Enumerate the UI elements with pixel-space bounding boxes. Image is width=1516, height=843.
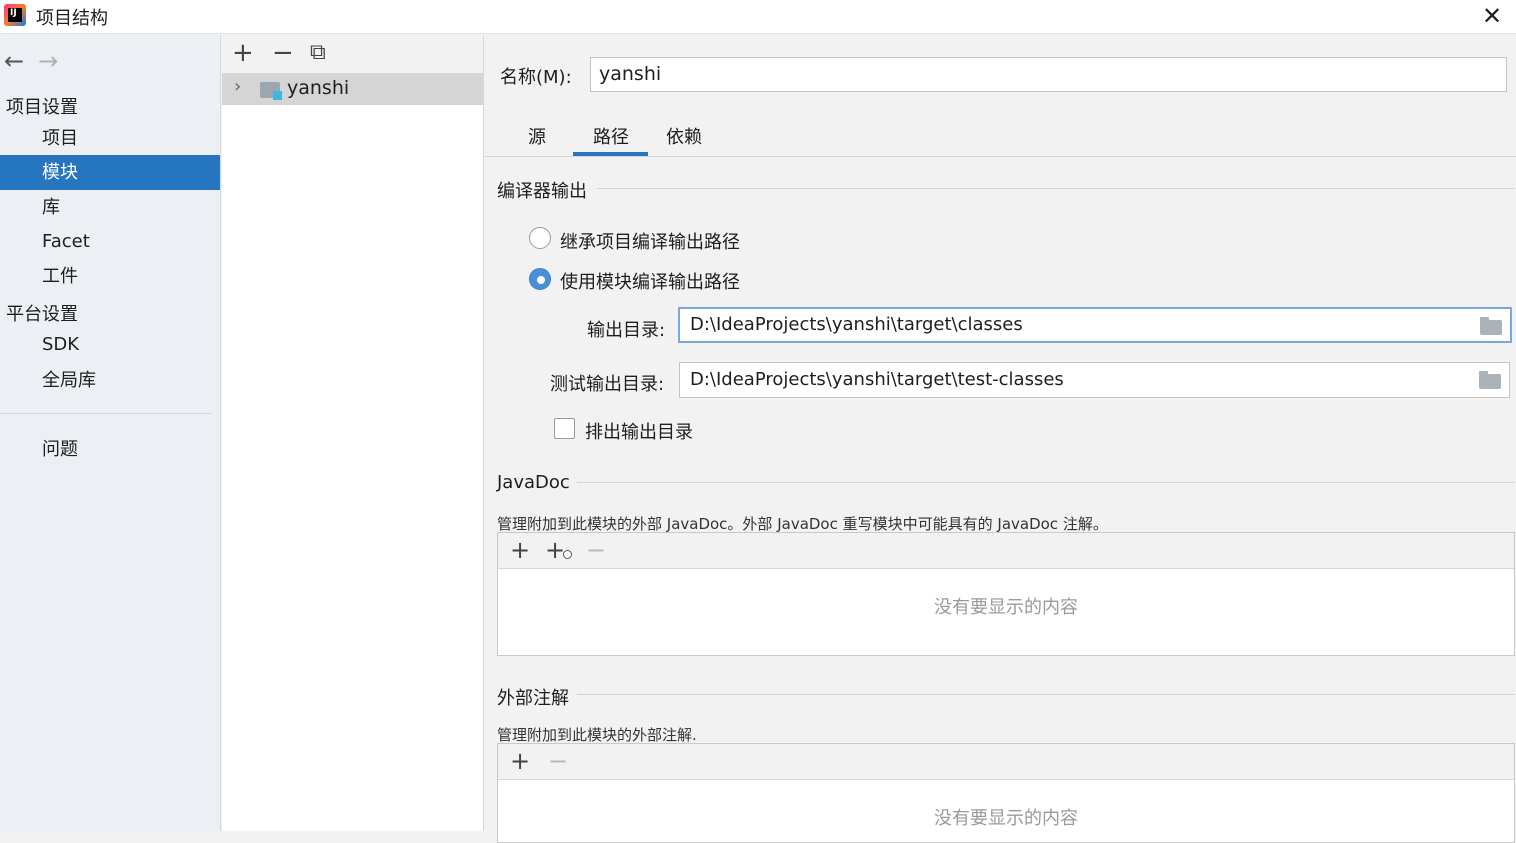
window-title: 项目结构 bbox=[36, 8, 108, 29]
javadoc-description: 管理附加到此模块的外部 JavaDoc。外部 JavaDoc 重写模块中可能具有… bbox=[497, 515, 1108, 533]
back-arrow-icon[interactable]: ← bbox=[4, 47, 24, 75]
forward-arrow-icon[interactable]: → bbox=[38, 47, 58, 75]
sidebar-item-artifacts[interactable]: 工件 bbox=[0, 259, 220, 294]
group-divider bbox=[577, 482, 1515, 483]
module-output-label[interactable]: 使用模块编译输出路径 bbox=[560, 268, 740, 294]
history-nav: ← → bbox=[4, 47, 72, 75]
annotations-title: 外部注解 bbox=[497, 688, 569, 709]
tab-paths[interactable]: 路径 bbox=[593, 123, 629, 149]
browse-folder-icon[interactable] bbox=[1479, 371, 1501, 389]
project-settings-header: 项目设置 bbox=[6, 97, 78, 118]
inherit-output-radio[interactable] bbox=[529, 227, 551, 249]
add-icon[interactable]: + bbox=[510, 536, 530, 564]
sidebar-item-problems[interactable]: 问题 bbox=[0, 432, 220, 467]
module-tree-toolbar: + − ⧉ bbox=[222, 35, 483, 73]
browse-folder-icon[interactable] bbox=[1480, 317, 1502, 335]
module-name-input[interactable]: yanshi bbox=[590, 57, 1507, 92]
group-divider bbox=[597, 188, 1515, 189]
module-folder-icon bbox=[260, 82, 282, 100]
test-output-dir-label: 测试输出目录: bbox=[550, 374, 665, 395]
exclude-output-checkbox[interactable] bbox=[554, 418, 575, 439]
exclude-output-label[interactable]: 排出输出目录 bbox=[585, 418, 693, 444]
remove-icon[interactable]: − bbox=[548, 747, 568, 775]
inherit-output-label[interactable]: 继承项目编译输出路径 bbox=[560, 228, 740, 254]
add-url-icon[interactable]: + bbox=[545, 536, 572, 564]
module-output-radio[interactable] bbox=[529, 268, 551, 290]
remove-icon[interactable]: − bbox=[586, 536, 606, 564]
compiler-output-title: 编译器输出 bbox=[497, 181, 587, 202]
test-output-dir-value: D:\IdeaProjects\yanshi\target\test-class… bbox=[690, 369, 1064, 390]
remove-icon[interactable]: − bbox=[272, 39, 294, 67]
platform-settings-header: 平台设置 bbox=[6, 304, 78, 325]
group-divider bbox=[577, 694, 1515, 695]
sidebar-item-global-libraries[interactable]: 全局库 bbox=[0, 363, 220, 398]
sidebar-divider bbox=[0, 413, 212, 414]
javadoc-empty-text: 没有要显示的内容 bbox=[934, 597, 1078, 618]
annotations-description: 管理附加到此模块的外部注解. bbox=[497, 726, 697, 744]
settings-sidebar: ← → 项目设置 项目 模块 库 Facet 工件 平台设置 SDK 全局库 问题 bbox=[0, 35, 221, 831]
tree-node-label: yanshi bbox=[287, 77, 350, 99]
sidebar-item-libraries[interactable]: 库 bbox=[0, 190, 220, 225]
sidebar-item-project[interactable]: 项目 bbox=[0, 121, 220, 156]
close-button[interactable]: ✕ bbox=[1478, 2, 1506, 30]
module-tree-panel: + − ⧉ › yanshi bbox=[222, 35, 484, 831]
copy-icon[interactable]: ⧉ bbox=[310, 39, 326, 67]
intellij-logo-icon: IJ bbox=[4, 4, 26, 26]
output-dir-value: D:\IdeaProjects\yanshi\target\classes bbox=[690, 314, 1023, 335]
tabs-divider bbox=[485, 156, 1516, 157]
title-bar: IJ 项目结构 ✕ bbox=[0, 0, 1516, 34]
annotations-empty-text: 没有要显示的内容 bbox=[934, 808, 1078, 829]
sidebar-item-modules[interactable]: 模块 bbox=[0, 155, 220, 190]
annotations-toolbar: + − bbox=[498, 744, 1514, 780]
chevron-right-icon[interactable]: › bbox=[234, 76, 241, 97]
tab-dependencies[interactable]: 依赖 bbox=[666, 123, 702, 149]
module-details: 名称(M): yanshi 源 路径 依赖 编译器输出 继承项目编译输出路径 使… bbox=[485, 35, 1516, 843]
add-icon[interactable]: + bbox=[510, 747, 530, 775]
globe-icon bbox=[563, 550, 572, 559]
javadoc-list: + + − 没有要显示的内容 bbox=[497, 532, 1515, 656]
output-dir-label: 输出目录: bbox=[587, 320, 666, 341]
javadoc-toolbar: + + − bbox=[498, 533, 1514, 569]
tree-node-module[interactable]: › yanshi bbox=[222, 73, 483, 105]
javadoc-title: JavaDoc bbox=[497, 472, 570, 493]
tab-sources[interactable]: 源 bbox=[528, 123, 546, 149]
add-icon[interactable]: + bbox=[232, 39, 254, 67]
annotations-list: + − 没有要显示的内容 bbox=[497, 743, 1515, 843]
sidebar-item-facets[interactable]: Facet bbox=[0, 224, 220, 259]
sidebar-item-sdk[interactable]: SDK bbox=[0, 327, 220, 362]
output-dir-field[interactable]: D:\IdeaProjects\yanshi\target\classes bbox=[678, 307, 1512, 343]
module-name-label: 名称(M): bbox=[500, 67, 572, 88]
test-output-dir-field[interactable]: D:\IdeaProjects\yanshi\target\test-class… bbox=[679, 362, 1510, 398]
